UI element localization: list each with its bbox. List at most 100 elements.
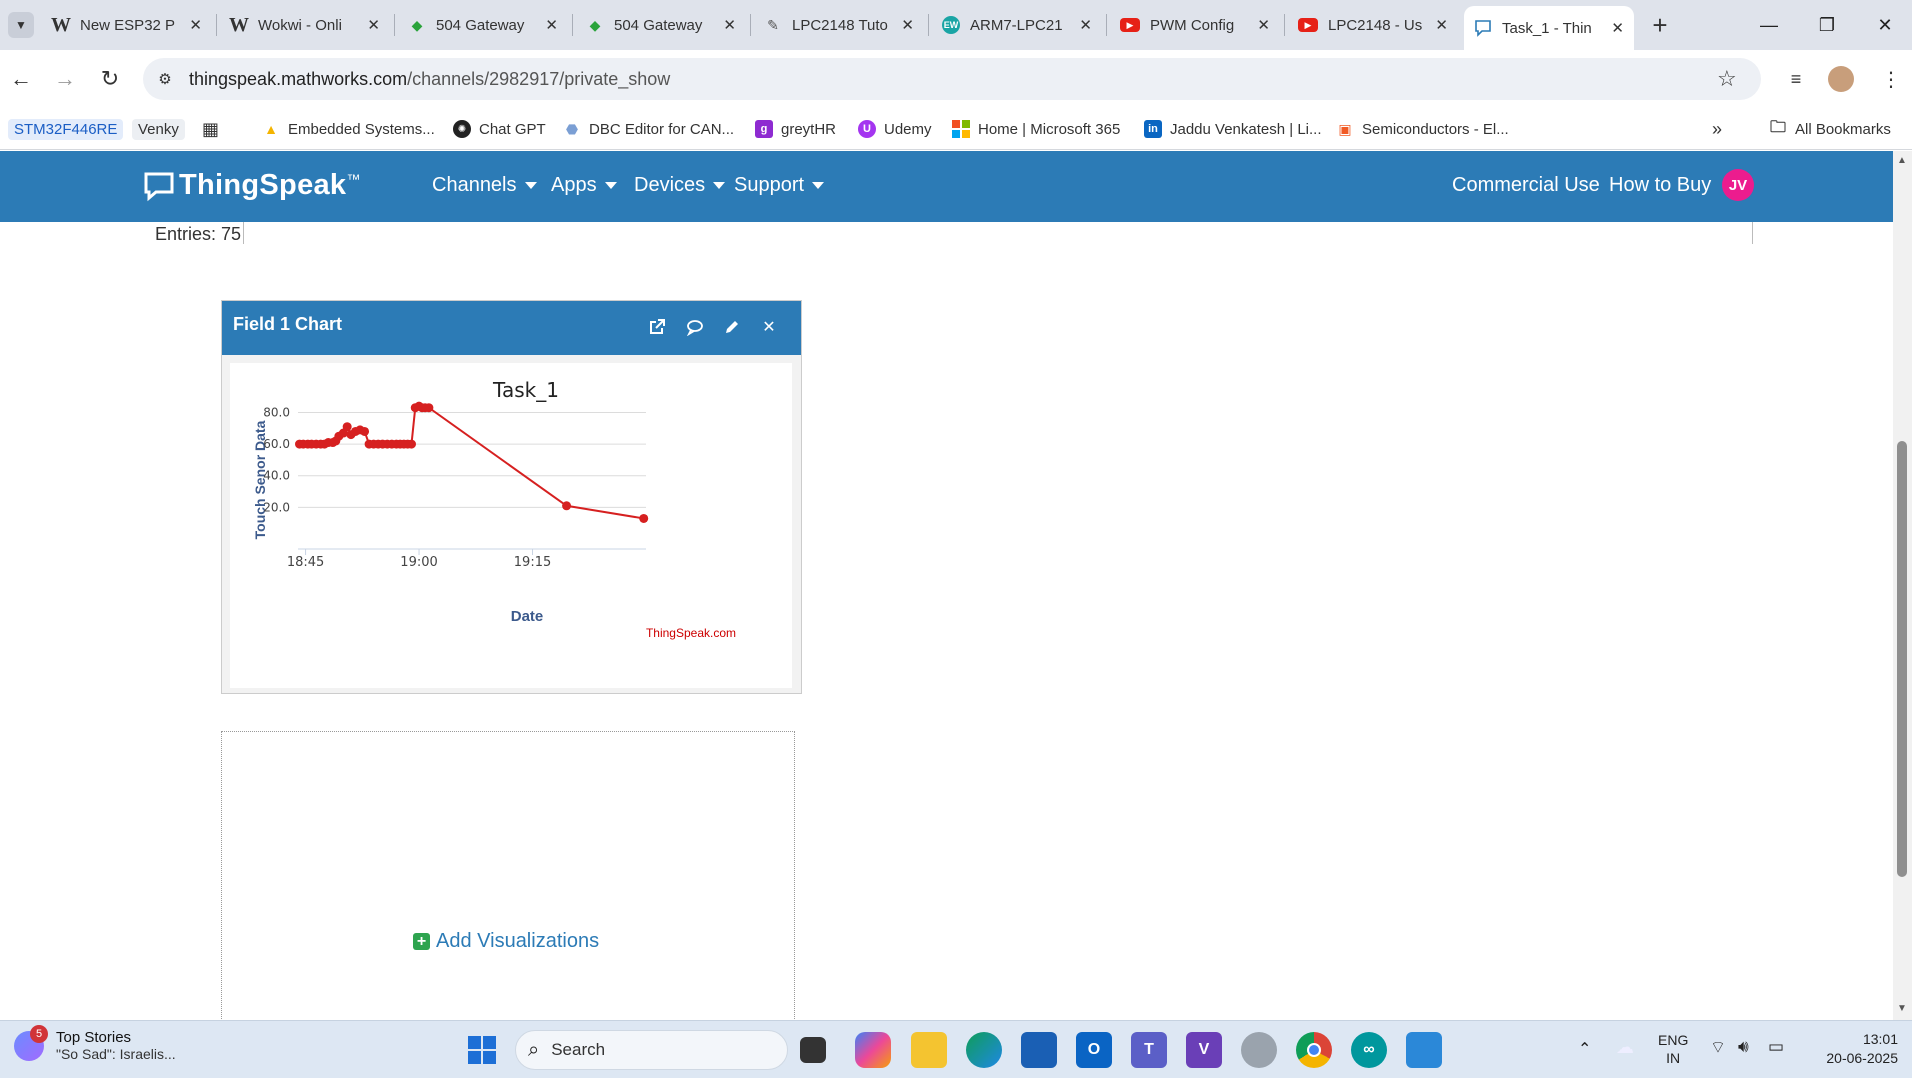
copilot-icon[interactable]	[855, 1032, 891, 1068]
cloud-icon[interactable]: ☁	[1616, 1037, 1634, 1058]
x-tick-label: 19:00	[400, 555, 437, 570]
outlook-icon[interactable]: O	[1076, 1032, 1112, 1068]
how-to-buy-link[interactable]: How to Buy	[1609, 174, 1711, 197]
close-icon[interactable]: ✕	[757, 315, 781, 339]
bookmark-linkedin[interactable]: in Jaddu Venkatesh | Li...	[1144, 116, 1322, 142]
wifi-icon[interactable]: ⌔	[1710, 1037, 1726, 1058]
bookmark-stm32[interactable]: STM32F446RE	[8, 116, 124, 142]
show-hidden-icons[interactable]: ⌃	[1578, 1039, 1591, 1059]
user-avatar[interactable]: JV	[1722, 169, 1754, 201]
navigation-bar: ← → ↻ ⚙ thingspeak.mathworks.com/channel…	[0, 50, 1912, 108]
bookmark-udemy[interactable]: U Udemy	[858, 116, 932, 142]
chrome-icon[interactable]	[1296, 1032, 1332, 1068]
add-visualizations-link[interactable]: + Add Visualizations	[413, 930, 599, 953]
forward-button[interactable]: →	[50, 64, 80, 94]
address-bar[interactable]: ⚙ thingspeak.mathworks.com/channels/2982…	[143, 58, 1761, 100]
thingspeak-logo[interactable]: ThingSpeak ™	[143, 169, 360, 202]
data-point	[424, 403, 434, 413]
close-icon[interactable]: ✕	[1079, 16, 1092, 34]
thingspeak-logo-icon	[143, 170, 175, 202]
store-icon[interactable]	[1021, 1032, 1057, 1068]
pencil-icon[interactable]	[720, 315, 744, 339]
y-tick-label: 20.0	[263, 500, 290, 514]
clock[interactable]: 13:01 20-06-2025	[1808, 1030, 1898, 1068]
bookmark-dbc[interactable]: ⬣ DBC Editor for CAN...	[563, 116, 734, 142]
new-tab-button[interactable]: +	[1644, 9, 1676, 41]
tab-4[interactable]: ◆ 504 Gateway ✕	[576, 6, 746, 44]
volume-icon[interactable]: 🔊︎	[1738, 1037, 1749, 1057]
x-tick-label: 19:15	[514, 555, 551, 570]
menu-icon[interactable]: ⋮	[1876, 64, 1906, 94]
tab-1[interactable]: W New ESP32 P ✕	[42, 6, 212, 44]
chevron-down-icon: ▼	[15, 18, 27, 32]
menu-apps[interactable]: Apps	[551, 174, 617, 197]
all-bookmarks[interactable]: 🗀 All Bookmarks	[1769, 116, 1891, 142]
wordpress-icon: W	[229, 13, 249, 36]
file-explorer-icon[interactable]	[911, 1032, 947, 1068]
greythr-icon: g	[755, 120, 773, 138]
star-icon[interactable]: ☆	[1717, 66, 1737, 92]
bookmark-semiconductors[interactable]: ▣ Semiconductors - El...	[1336, 116, 1508, 142]
external-link-icon[interactable]	[645, 315, 669, 339]
bookmark-embedded[interactable]: ▲ Embedded Systems...	[262, 116, 435, 142]
bookmark-chatgpt[interactable]: ✺ Chat GPT	[453, 116, 546, 142]
close-icon[interactable]: ✕	[189, 16, 202, 34]
tab-3[interactable]: ◆ 504 Gateway ✕	[398, 6, 568, 44]
close-icon[interactable]: ✕	[367, 16, 380, 34]
visual-studio-icon[interactable]: V	[1186, 1032, 1222, 1068]
tab-active[interactable]: Task_1 - Thin ✕	[1464, 6, 1634, 50]
media-control-icon[interactable]: ≡	[1781, 64, 1811, 94]
more-bookmarks-icon[interactable]: »	[1712, 116, 1722, 142]
url-path: /channels/2982917/private_show	[407, 68, 671, 89]
close-icon[interactable]: ✕	[1257, 16, 1270, 34]
battery-icon[interactable]: ▭	[1768, 1037, 1784, 1057]
start-icon[interactable]	[464, 1032, 500, 1068]
commercial-use-link[interactable]: Commercial Use	[1452, 174, 1600, 197]
minimize-button[interactable]: —	[1746, 8, 1792, 42]
bookmark-label: Embedded Systems...	[288, 120, 435, 138]
menu-devices[interactable]: Devices	[634, 174, 726, 197]
menu-support[interactable]: Support	[734, 174, 825, 197]
app-icon[interactable]	[1241, 1032, 1277, 1068]
taskbar-search[interactable]: ⌕ Search	[515, 1030, 788, 1070]
teams-icon[interactable]: T	[1131, 1032, 1167, 1068]
language-indicator[interactable]: ENG IN	[1658, 1031, 1688, 1067]
folder-icon: 🗀	[1769, 118, 1786, 136]
news-widget[interactable]: 5 Top Stories "So Sad": Israelis...	[14, 1024, 176, 1062]
bookmark-greythr[interactable]: g greytHR	[755, 116, 836, 142]
trademark: ™	[346, 171, 361, 187]
menu-channels[interactable]: Channels	[432, 174, 537, 197]
back-button[interactable]: ←	[6, 64, 36, 94]
menu-label: Channels	[432, 174, 517, 196]
tab-search-button[interactable]: ▼	[8, 12, 34, 38]
tab-5[interactable]: ✎ LPC2148 Tuto ✕	[754, 6, 924, 44]
close-icon[interactable]: ✕	[1435, 16, 1448, 34]
restore-button[interactable]: ❐	[1804, 8, 1850, 42]
task-view-icon[interactable]	[800, 1037, 826, 1063]
tab-6[interactable]: EW ARM7-LPC21 ✕	[932, 6, 1102, 44]
page-scrollbar[interactable]: ▲ ▼	[1893, 151, 1912, 1020]
arduino-icon[interactable]: ∞	[1351, 1032, 1387, 1068]
tab-7[interactable]: ▶ PWM Config ✕	[1110, 6, 1280, 44]
bookmark-microsoft365[interactable]: Home | Microsoft 365	[952, 116, 1120, 142]
edge-icon[interactable]	[966, 1032, 1002, 1068]
close-icon[interactable]: ✕	[723, 16, 736, 34]
reload-button[interactable]: ↻	[95, 64, 125, 94]
close-icon[interactable]: ✕	[1611, 19, 1624, 37]
apps-grid-icon[interactable]: ▦	[202, 116, 219, 142]
bookmark-venky[interactable]: Venky	[132, 116, 185, 142]
profile-avatar[interactable]	[1828, 66, 1854, 92]
tab-2[interactable]: W Wokwi - Onli ✕	[220, 6, 390, 44]
chart-credit[interactable]: ThingSpeak.com	[646, 626, 736, 640]
close-icon[interactable]: ✕	[545, 16, 558, 34]
tab-8[interactable]: ▶ LPC2148 - Us ✕	[1288, 6, 1458, 44]
close-icon[interactable]: ✕	[901, 16, 914, 34]
scroll-up-arrow[interactable]: ▲	[1897, 155, 1907, 166]
notepad-icon[interactable]	[1406, 1032, 1442, 1068]
scrollbar-thumb[interactable]	[1897, 441, 1907, 877]
window-close-button[interactable]: ✕	[1862, 8, 1908, 42]
scroll-down-arrow[interactable]: ▼	[1897, 1003, 1907, 1014]
data-point	[360, 426, 370, 436]
comment-icon[interactable]	[683, 315, 707, 339]
site-settings-icon[interactable]: ⚙	[153, 68, 177, 90]
